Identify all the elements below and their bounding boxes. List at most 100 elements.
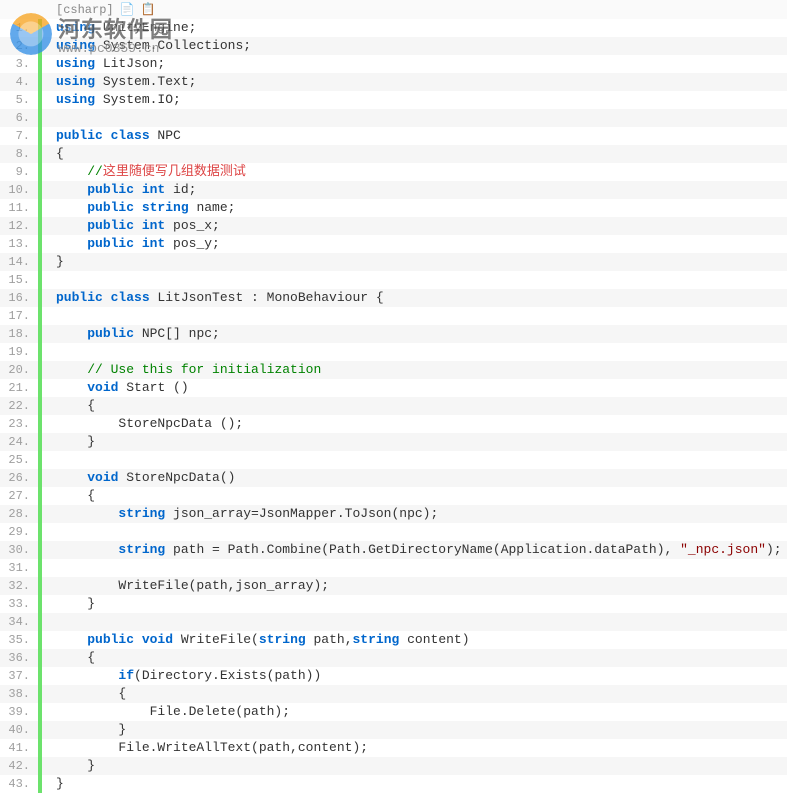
code-content[interactable]: } <box>42 757 95 775</box>
line-number: 36. <box>0 649 38 667</box>
line-number: 27. <box>0 487 38 505</box>
line-number: 4. <box>0 73 38 91</box>
code-line: 30. string path = Path.Combine(Path.GetD… <box>0 541 787 559</box>
code-line: 1.using UnityEngine; <box>0 19 787 37</box>
code-line: 8.{ <box>0 145 787 163</box>
code-content[interactable]: File.Delete(path); <box>42 703 290 721</box>
code-content[interactable]: public void WriteFile(string path,string… <box>42 631 470 649</box>
code-content[interactable]: } <box>42 433 95 451</box>
view-plain-icon[interactable]: 📄 <box>120 2 135 17</box>
code-content[interactable]: using UnityEngine; <box>42 19 196 37</box>
code-content[interactable]: using System.IO; <box>42 91 181 109</box>
code-content[interactable]: public class LitJsonTest : MonoBehaviour… <box>42 289 384 307</box>
code-content[interactable]: using LitJson; <box>42 55 165 73</box>
code-content[interactable]: { <box>42 487 95 505</box>
code-line: 40. } <box>0 721 787 739</box>
code-line: 16.public class LitJsonTest : MonoBehavi… <box>0 289 787 307</box>
code-content[interactable] <box>42 271 56 289</box>
code-content[interactable]: } <box>42 253 64 271</box>
code-content[interactable]: public int id; <box>42 181 196 199</box>
code-line: 5.using System.IO; <box>0 91 787 109</box>
code-line: 21. void Start () <box>0 379 787 397</box>
code-content[interactable] <box>42 307 56 325</box>
code-line: 33. } <box>0 595 787 613</box>
code-content[interactable] <box>42 523 56 541</box>
line-number: 11. <box>0 199 38 217</box>
line-number: 21. <box>0 379 38 397</box>
line-number: 13. <box>0 235 38 253</box>
line-number: 14. <box>0 253 38 271</box>
line-number: 37. <box>0 667 38 685</box>
code-content[interactable]: } <box>42 595 95 613</box>
code-line: 35. public void WriteFile(string path,st… <box>0 631 787 649</box>
line-number: 22. <box>0 397 38 415</box>
code-content[interactable]: using System.Collections; <box>42 37 251 55</box>
code-content[interactable]: void StoreNpcData() <box>42 469 235 487</box>
code-content[interactable]: using System.Text; <box>42 73 196 91</box>
code-content[interactable]: StoreNpcData (); <box>42 415 243 433</box>
code-content[interactable]: public int pos_x; <box>42 217 220 235</box>
line-number: 35. <box>0 631 38 649</box>
code-content[interactable]: public string name; <box>42 199 235 217</box>
code-content[interactable]: { <box>42 649 95 667</box>
line-number: 9. <box>0 163 38 181</box>
line-number: 42. <box>0 757 38 775</box>
code-content[interactable]: public class NPC <box>42 127 181 145</box>
code-line: 31. <box>0 559 787 577</box>
code-content[interactable]: void Start () <box>42 379 189 397</box>
code-content[interactable]: string path = Path.Combine(Path.GetDirec… <box>42 541 782 559</box>
code-line: 43.} <box>0 775 787 793</box>
code-line: 32. WriteFile(path,json_array); <box>0 577 787 595</box>
language-tag: [csharp] <box>56 3 114 17</box>
code-line: 18. public NPC[] npc; <box>0 325 787 343</box>
line-number: 26. <box>0 469 38 487</box>
line-number: 40. <box>0 721 38 739</box>
code-line: 22. { <box>0 397 787 415</box>
code-line: 38. { <box>0 685 787 703</box>
code-content[interactable]: { <box>42 685 126 703</box>
code-line: 10. public int id; <box>0 181 787 199</box>
code-line: 23. StoreNpcData (); <box>0 415 787 433</box>
code-line: 34. <box>0 613 787 631</box>
code-content[interactable] <box>42 613 56 631</box>
line-number: 23. <box>0 415 38 433</box>
line-number: 34. <box>0 613 38 631</box>
code-line: 36. { <box>0 649 787 667</box>
code-content[interactable] <box>42 343 56 361</box>
code-line: 3.using LitJson; <box>0 55 787 73</box>
line-number: 16. <box>0 289 38 307</box>
code-content[interactable] <box>42 109 56 127</box>
code-content[interactable]: // Use this for initialization <box>42 361 321 379</box>
code-content[interactable]: if(Directory.Exists(path)) <box>42 667 321 685</box>
code-line: 20. // Use this for initialization <box>0 361 787 379</box>
code-content[interactable]: { <box>42 145 64 163</box>
code-line: 15. <box>0 271 787 289</box>
code-line: 25. <box>0 451 787 469</box>
copy-icon[interactable]: 📋 <box>141 2 156 17</box>
line-number: 8. <box>0 145 38 163</box>
code-line: 9. //这里随便写几组数据测试 <box>0 163 787 181</box>
code-content[interactable]: } <box>42 775 64 793</box>
code-content[interactable]: public NPC[] npc; <box>42 325 220 343</box>
code-content[interactable]: public int pos_y; <box>42 235 220 253</box>
line-number: 20. <box>0 361 38 379</box>
code-line: 12. public int pos_x; <box>0 217 787 235</box>
code-line: 7.public class NPC <box>0 127 787 145</box>
code-line: 13. public int pos_y; <box>0 235 787 253</box>
code-content[interactable]: File.WriteAllText(path,content); <box>42 739 368 757</box>
code-content[interactable] <box>42 451 56 469</box>
code-content[interactable]: { <box>42 397 95 415</box>
code-content[interactable]: //这里随便写几组数据测试 <box>42 163 246 181</box>
code-content[interactable]: WriteFile(path,json_array); <box>42 577 329 595</box>
line-number: 17. <box>0 307 38 325</box>
line-number: 2. <box>0 37 38 55</box>
line-number: 33. <box>0 595 38 613</box>
line-number: 3. <box>0 55 38 73</box>
code-line: 29. <box>0 523 787 541</box>
line-number: 7. <box>0 127 38 145</box>
code-content[interactable]: } <box>42 721 126 739</box>
code-content[interactable] <box>42 559 56 577</box>
code-content[interactable]: string json_array=JsonMapper.ToJson(npc)… <box>42 505 438 523</box>
line-number: 12. <box>0 217 38 235</box>
code-line: 42. } <box>0 757 787 775</box>
